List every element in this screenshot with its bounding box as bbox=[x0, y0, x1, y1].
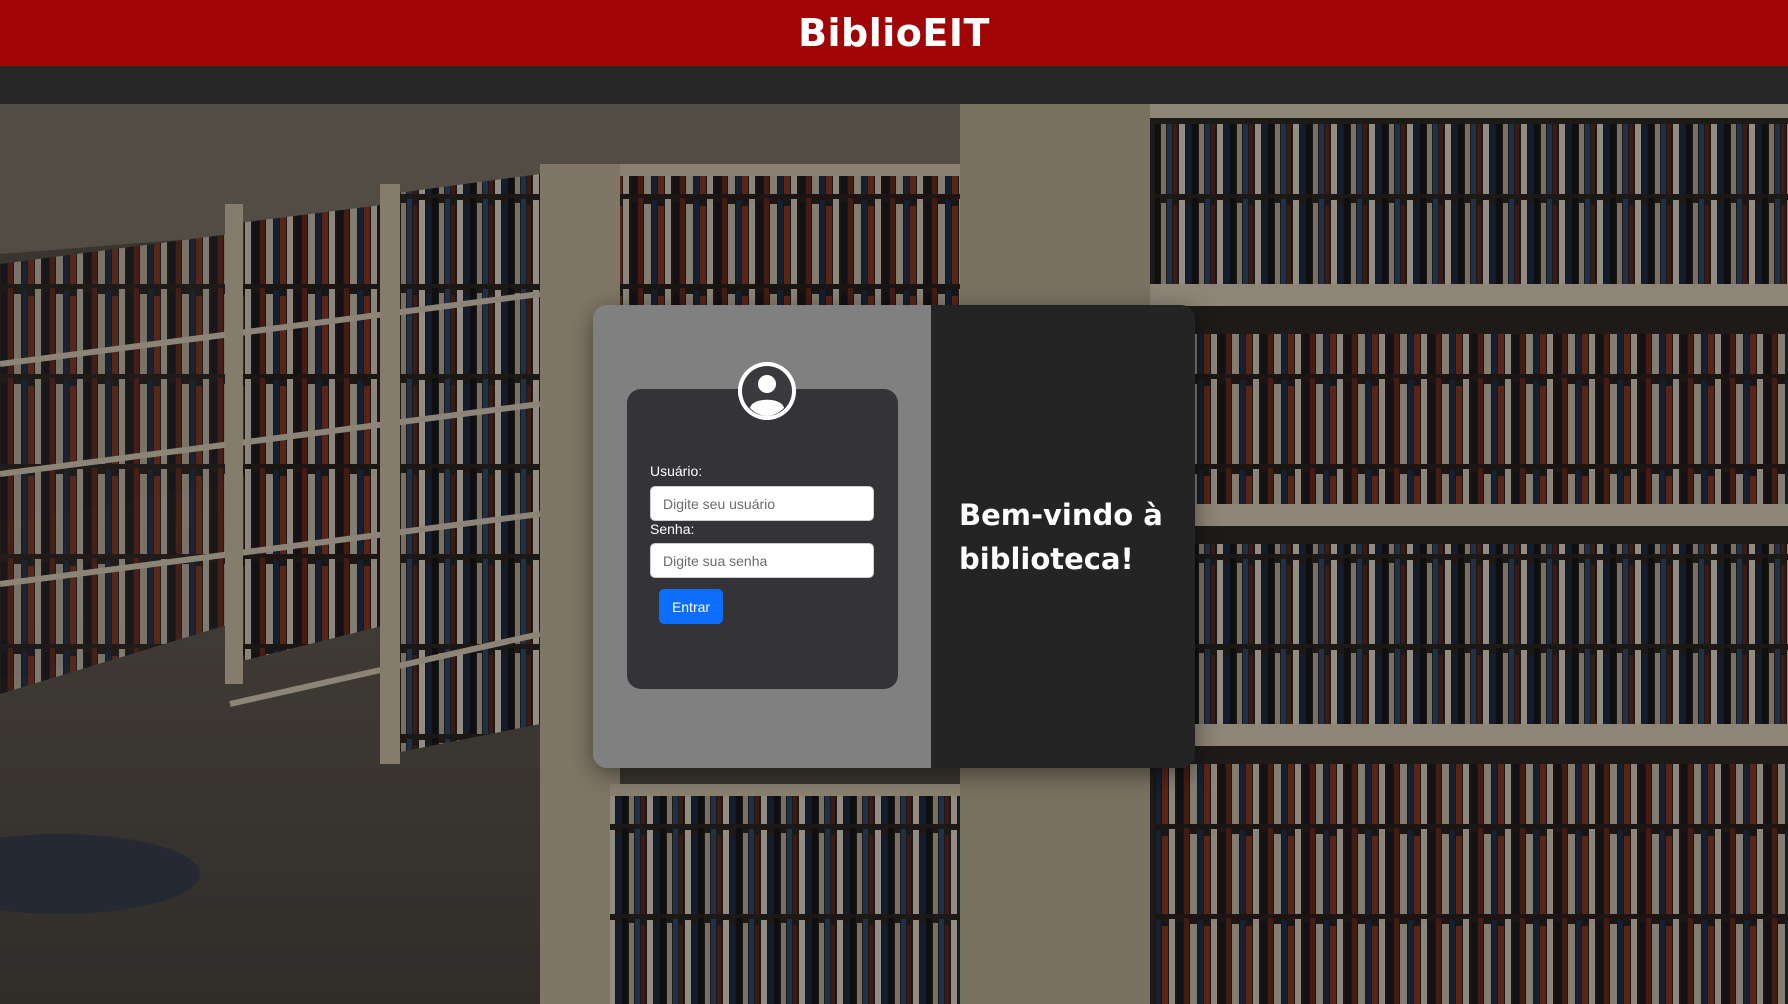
login-button[interactable]: Entrar bbox=[659, 589, 723, 624]
navigation-bar bbox=[0, 66, 1788, 104]
login-card: Usuário: Senha: Entrar Bem-vindo à bibli… bbox=[593, 305, 1195, 768]
site-header: BiblioEIT bbox=[0, 0, 1788, 66]
username-label: Usuário: bbox=[650, 463, 703, 479]
login-pane: Usuário: Senha: Entrar bbox=[593, 305, 931, 768]
login-form: Usuário: Senha: Entrar bbox=[627, 389, 898, 689]
welcome-pane: Bem-vindo à biblioteca! bbox=[931, 305, 1195, 768]
password-label: Senha: bbox=[650, 521, 695, 537]
site-title: BiblioEIT bbox=[798, 11, 990, 55]
username-input[interactable] bbox=[650, 486, 874, 521]
welcome-message: Bem-vindo à biblioteca! bbox=[959, 498, 1163, 576]
user-circle-icon bbox=[738, 362, 796, 420]
password-input[interactable] bbox=[650, 543, 874, 578]
